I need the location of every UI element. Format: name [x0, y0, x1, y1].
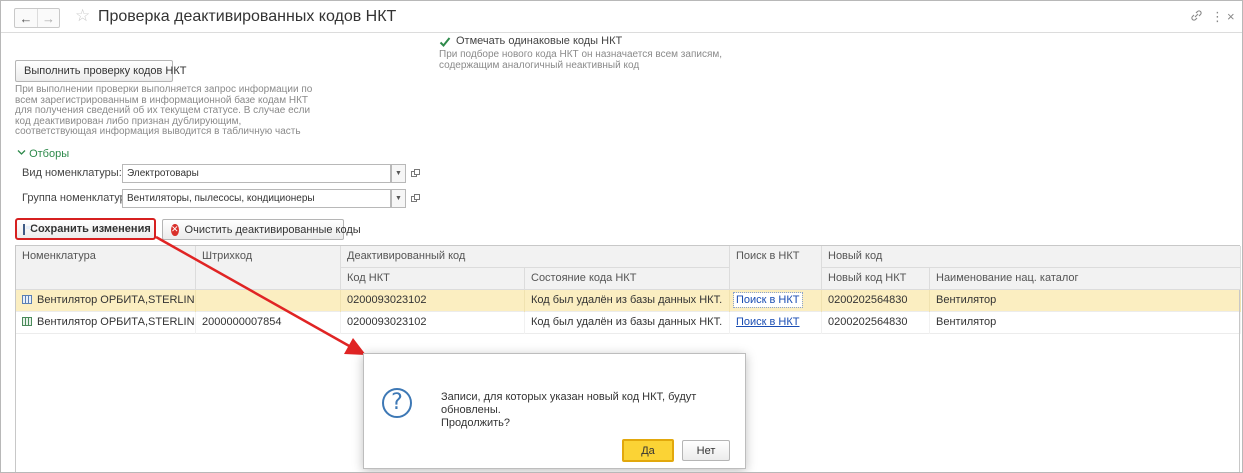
cell-new-code-nkt[interactable]: 0200202564830: [822, 312, 930, 334]
same-codes-description: При подборе нового кода НКТ он назначает…: [439, 49, 723, 71]
cell-search-nkt[interactable]: Поиск в НКТ: [730, 290, 822, 312]
col-header-nomenclature[interactable]: Номенклатура: [16, 246, 196, 290]
col-header-search-nkt[interactable]: Поиск в НКТ: [730, 246, 822, 290]
form-window: ← → ☆ Проверка деактивированных кодов НК…: [0, 0, 1243, 473]
filters-toggle[interactable]: Отборы: [17, 148, 69, 160]
mark-same-codes-checkbox[interactable]: [439, 36, 451, 48]
confirm-dialog: ? Записи, для которых указан новый код Н…: [363, 353, 746, 469]
cell-code-state[interactable]: Код был удалён из базы данных НКТ.: [525, 290, 730, 312]
nomenclature-type-dropdown-icon[interactable]: ▼: [391, 164, 406, 183]
item-icon: [22, 295, 32, 304]
mark-same-codes-label[interactable]: Отмечать одинаковые коды НКТ: [456, 35, 622, 47]
search-nkt-link[interactable]: Поиск в НКТ: [730, 312, 822, 334]
page-title: Проверка деактивированных кодов НКТ: [98, 8, 397, 25]
nomenclature-group-field[interactable]: Вентиляторы, пылесосы, кондиционеры: [122, 189, 391, 208]
no-button[interactable]: Нет: [682, 440, 730, 461]
nomenclature-group-open-icon[interactable]: [408, 189, 423, 208]
link-icon[interactable]: [1190, 9, 1203, 25]
table-row[interactable]: Вентилятор ОРБИТА,STERLIN... 02000930231…: [16, 290, 1241, 312]
nomenclature-type-open-icon[interactable]: [408, 164, 423, 183]
clear-icon: ✕: [171, 223, 179, 236]
filters-toggle-label: Отборы: [29, 148, 70, 160]
col-header-deactivated-code[interactable]: Деактивированный код: [341, 246, 730, 268]
col-header-national-catalog-name[interactable]: Наименование нац. каталог: [930, 268, 1241, 290]
save-icon: [23, 223, 31, 235]
cell-national-catalog-name[interactable]: Вентилятор: [930, 312, 1241, 334]
cell-nomenclature[interactable]: Вентилятор ОРБИТА,STERLIN...: [16, 312, 196, 334]
nomenclature-group-dropdown-icon[interactable]: ▼: [391, 189, 406, 208]
nomenclature-type-field[interactable]: Электротовары: [122, 164, 391, 183]
clear-deactivated-codes-button[interactable]: ✕ Очистить деактивированные коды: [162, 219, 361, 240]
check-description: При выполнении проверки выполняется запр…: [15, 84, 313, 137]
chevron-down-icon: [17, 148, 29, 160]
save-changes-button[interactable]: Сохранить изменения: [15, 218, 156, 240]
nomenclature-group-label: Группа номенклатуры:: [22, 192, 137, 204]
cell-new-code-nkt[interactable]: 0200202564830: [822, 290, 930, 312]
cell-barcode[interactable]: [196, 290, 341, 312]
col-header-new-code[interactable]: Новый код: [822, 246, 1241, 268]
table-row[interactable]: Вентилятор ОРБИТА,STERLIN... 20000000078…: [16, 312, 1241, 334]
col-header-code-nkt[interactable]: Код НКТ: [341, 268, 525, 290]
col-header-barcode[interactable]: Штрихкод: [196, 246, 341, 290]
navigation-buttons: ← →: [14, 8, 60, 28]
cell-code-nkt[interactable]: 0200093023102: [341, 312, 525, 334]
cell-code-state[interactable]: Код был удалён из базы данных НКТ.: [525, 312, 730, 334]
close-icon[interactable]: ×: [1227, 9, 1235, 24]
col-header-code-state[interactable]: Состояние кода НКТ: [525, 268, 730, 290]
cell-barcode[interactable]: 2000000007854: [196, 312, 341, 334]
cell-nomenclature[interactable]: Вентилятор ОРБИТА,STERLIN...: [16, 290, 196, 312]
dialog-message: Записи, для которых указан новый код НКТ…: [441, 391, 697, 429]
col-header-new-code-nkt[interactable]: Новый код НКТ: [822, 268, 930, 290]
item-icon: [22, 317, 32, 326]
cell-code-nkt[interactable]: 0200093023102: [341, 290, 525, 312]
cell-national-catalog-name[interactable]: Вентилятор: [930, 290, 1241, 312]
run-check-button[interactable]: Выполнить проверку кодов НКТ: [15, 60, 187, 82]
clear-deactivated-codes-label: Очистить деактивированные коды: [184, 223, 361, 236]
back-button[interactable]: ←: [15, 9, 37, 27]
save-changes-label: Сохранить изменения: [30, 223, 151, 235]
more-menu-icon[interactable]: ⋮: [1211, 9, 1224, 25]
search-nkt-link[interactable]: Поиск в НКТ: [733, 292, 803, 308]
favorite-star-icon[interactable]: ☆: [75, 6, 90, 26]
title-bar: ← → ☆ Проверка деактивированных кодов НК…: [1, 1, 1242, 33]
nomenclature-type-label: Вид номенклатуры:: [22, 167, 122, 179]
forward-button[interactable]: →: [37, 9, 59, 27]
yes-button[interactable]: Да: [622, 439, 674, 462]
question-icon: ?: [382, 388, 412, 418]
